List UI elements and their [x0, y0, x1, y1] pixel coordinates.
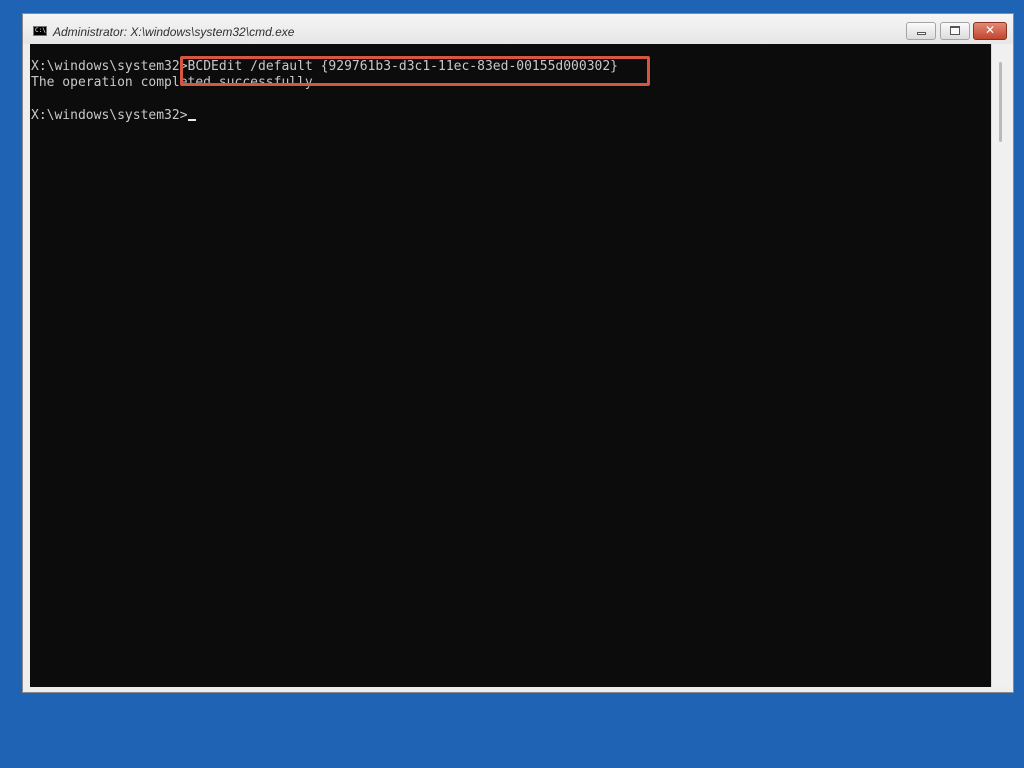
scrollbar-thumb[interactable]	[999, 62, 1002, 142]
command-prompt-icon: C:\	[33, 26, 47, 36]
console-line-result: The operation completed successfully.	[31, 75, 321, 90]
window-title: Administrator: X:\windows\system32\cmd.e…	[53, 25, 295, 39]
console-line-command: X:\windows\system32>BCDEdit /default {92…	[31, 59, 618, 75]
console-command: BCDEdit /default {929761b3-d3c1-11ec-83e…	[187, 59, 619, 74]
title-bar[interactable]: C:\ Administrator: X:\windows\system32\c…	[23, 14, 1013, 44]
console-prompt: X:\windows\system32>	[31, 108, 188, 123]
maximize-icon	[950, 26, 960, 35]
cmd-window: C:\ Administrator: X:\windows\system32\c…	[22, 13, 1014, 693]
close-button[interactable]: ✕	[973, 22, 1007, 40]
console-output[interactable]: X:\windows\system32>BCDEdit /default {92…	[30, 44, 991, 687]
text-cursor	[187, 119, 196, 121]
console-line-prompt: X:\windows\system32>	[31, 108, 196, 124]
vertical-scrollbar[interactable]	[991, 44, 1012, 687]
close-icon: ✕	[984, 23, 996, 37]
console-prompt: X:\windows\system32>	[31, 59, 188, 74]
minimize-button[interactable]	[906, 22, 936, 40]
minimize-icon	[917, 32, 926, 35]
maximize-button[interactable]	[940, 22, 970, 40]
desktop: C:\ Administrator: X:\windows\system32\c…	[0, 0, 1024, 768]
window-bottom-frame	[23, 687, 1013, 692]
